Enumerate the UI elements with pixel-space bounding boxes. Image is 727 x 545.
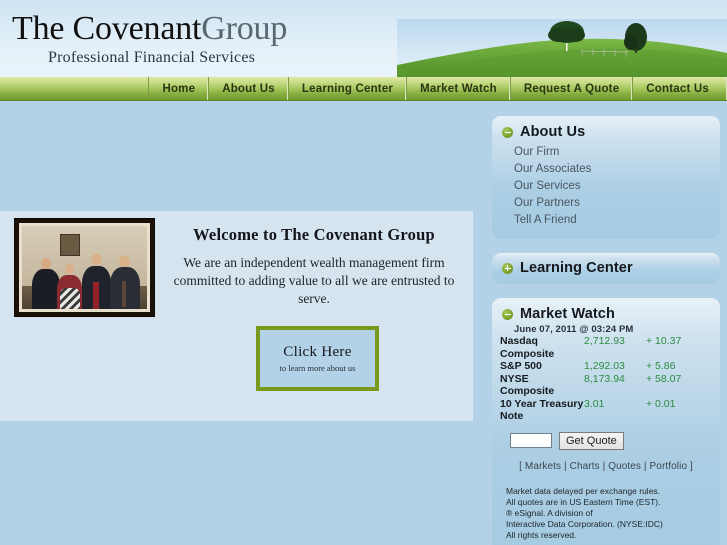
market-watch-link-quotes[interactable]: Quotes [608,461,641,472]
logo-tagline: Professional Financial Services [48,49,256,66]
site-logo[interactable]: The CovenantGroup Professional Financial… [12,12,287,66]
learning-center-panel-header[interactable]: Learning Center [492,260,720,276]
welcome-heading: Welcome to The Covenant Group [193,225,435,244]
table-row: NYSE Composite 8,173.94 + 58.07 [492,373,720,398]
sidebar-panel-market-watch: Market Watch June 07, 2011 @ 03:24 PM Na… [492,298,720,545]
welcome-block: Welcome to The Covenant Group We are an … [166,225,462,307]
get-quote-button[interactable]: Get Quote [559,431,624,450]
sidebar-link-our-firm[interactable]: Our Firm [514,144,720,161]
quote-name: 10 Year Treasury Note [500,397,584,423]
nav-item-request-a-quote[interactable]: Request A Quote [509,77,632,100]
main-content-panel: Welcome to The Covenant Group We are an … [0,211,473,421]
market-watch-timestamp: June 07, 2011 @ 03:24 PM [514,324,634,335]
nav-item-about-us[interactable]: About Us [208,77,288,100]
market-watch-link-charts[interactable]: Charts [570,461,600,472]
disclaimer-line: All quotes are in US Eastern Time (EST). [506,496,661,507]
links-separator: | [602,460,606,472]
disclaimer-line: All rights reserved. [506,529,577,540]
sidebar-link-our-associates[interactable]: Our Associates [514,161,720,178]
photo-image [22,226,147,309]
market-watch-title: Market Watch [520,306,615,322]
cta-primary-label: Click Here [283,344,352,360]
quote-name: NYSE Composite [500,372,555,398]
market-watch-link-markets[interactable]: Markets [525,461,561,472]
header-banner: The CovenantGroup Professional Financial… [0,0,727,77]
click-here-button[interactable]: Click Here to learn more about us [256,326,379,391]
nav-item-learning-center[interactable]: Learning Center [287,77,406,100]
quote-change: + 5.86 [646,360,676,372]
nav-item-home[interactable]: Home [148,77,208,100]
quote-value: 8,173.94 [584,372,625,385]
links-bracket-open: [ [519,460,522,472]
table-row: Nasdaq Composite 2,712.93 + 10.37 [492,335,720,360]
table-row: 10 Year Treasury Note 3.01 + 0.01 [492,398,720,423]
quote-name: Nasdaq Composite [500,335,555,360]
market-watch-quotes-table: Nasdaq Composite 2,712.93 + 10.37 S&P 50… [492,335,720,423]
sidebar: About Us Our Firm Our Associates Our Ser… [492,116,720,545]
market-watch-panel-header[interactable]: Market Watch [492,306,720,322]
about-us-title: About Us [520,124,586,140]
logo-primary-text: The Covenant [12,10,202,47]
links-bracket-close: ] [690,460,693,472]
quote-symbol-input[interactable] [510,433,552,448]
learning-center-title: Learning Center [520,260,633,276]
quote-name: S&P 500 [500,360,542,372]
links-separator: | [643,460,647,472]
market-watch-links: [ Markets | Charts | Quotes | Portfolio … [492,450,720,472]
plus-circle-icon[interactable] [502,262,513,274]
market-watch-disclaimer: Market data delayed per exchange rules. … [492,472,720,541]
photo-mat [19,223,150,312]
quote-change: + 58.07 [646,372,682,385]
quote-value: 1,292.03 [584,360,625,372]
welcome-paragraph: We are an independent wealth management … [173,255,455,306]
sidebar-panel-about-us: About Us Our Firm Our Associates Our Ser… [492,116,720,239]
quote-change: + 10.37 [646,335,682,347]
logo-secondary-text: Group [201,10,288,47]
nav-item-contact-us[interactable]: Contact Us [632,77,727,100]
minus-circle-icon[interactable] [502,126,513,138]
sidebar-link-tell-a-friend[interactable]: Tell A Friend [514,212,720,229]
about-us-link-list: Our Firm Our Associates Our Services Our… [492,140,720,229]
sidebar-link-our-services[interactable]: Our Services [514,178,720,195]
sidebar-panel-learning-center: Learning Center [492,253,720,284]
minus-circle-icon[interactable] [502,308,513,320]
disclaimer-line: Interactive Data Corporation. (NYSE:IDC) [506,518,663,529]
sidebar-link-our-partners[interactable]: Our Partners [514,195,720,212]
disclaimer-line: ® eSignal. A division of [506,507,593,518]
table-row: S&P 500 1,292.03 + 5.86 [492,360,720,373]
links-separator: | [564,460,567,472]
quote-value: 2,712.93 [584,335,625,347]
main-navigation: Home About Us Learning Center Market Wat… [0,77,727,101]
cta-secondary-label: to learn more about us [279,363,356,373]
quote-change: + 0.01 [646,397,676,410]
quote-value: 3.01 [584,397,605,410]
get-quote-row: Get Quote [492,423,720,450]
about-us-panel-header[interactable]: About Us [492,124,720,140]
logo-wordmark: The CovenantGroup [12,12,287,46]
disclaimer-line: Market data delayed per exchange rules. [506,485,661,496]
hill-landscape-image [397,19,727,77]
nav-item-market-watch[interactable]: Market Watch [406,77,510,100]
market-watch-link-portfolio[interactable]: Portfolio [650,461,688,472]
page-root: The CovenantGroup Professional Financial… [0,0,727,545]
team-photo [14,218,155,317]
